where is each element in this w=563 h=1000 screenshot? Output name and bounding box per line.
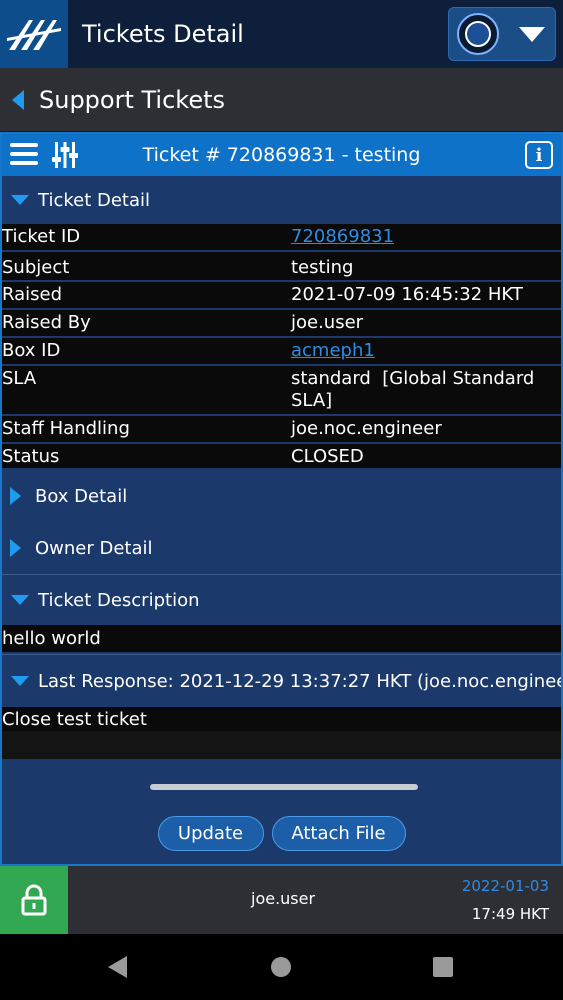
system-nav-bar: [0, 934, 563, 1000]
field-value: joe.user: [291, 309, 561, 337]
status-username: joe.user: [251, 889, 316, 908]
field-value: joe.noc.engineer: [291, 415, 561, 443]
expanded-triangle-icon: [11, 195, 29, 205]
ticket-toolbar: Ticket # 720869831 - testing i: [2, 134, 561, 176]
nav-home-icon[interactable]: [271, 957, 291, 977]
back-label[interactable]: Support Tickets: [39, 86, 225, 114]
field-label: Box ID: [2, 337, 291, 365]
table-row: Staff Handling joe.noc.engineer: [2, 415, 561, 443]
update-button[interactable]: Update: [157, 816, 264, 851]
attach-file-button[interactable]: Attach File: [271, 816, 406, 851]
response-blank-row: [2, 731, 561, 759]
lock-button[interactable]: [0, 866, 68, 934]
section-ticket-detail[interactable]: Ticket Detail: [2, 176, 561, 224]
field-label: Subject: [2, 251, 291, 281]
table-row: Raised 2021-07-09 16:45:32 HKT: [2, 281, 561, 309]
section-ticket-description[interactable]: Ticket Description: [2, 575, 561, 625]
field-value: standard [Global Standard SLA]: [291, 365, 561, 415]
section-label: Ticket Detail: [38, 189, 150, 211]
chevron-down-icon: [519, 26, 545, 42]
nav-recents-icon[interactable]: [433, 957, 453, 977]
sliders-filter-icon[interactable]: [52, 140, 78, 170]
table-row: Box ID acmeph1: [2, 337, 561, 365]
section-box-detail[interactable]: Box Detail: [2, 470, 561, 522]
collapsed-triangle-icon: [10, 539, 21, 557]
scroll-handle[interactable]: [150, 784, 418, 790]
status-value: CLOSED: [291, 443, 561, 469]
ticket-title: Ticket # 720869831 - testing: [142, 144, 421, 166]
status-bar: joe.user 2022-01-03 17:49 HKT: [0, 866, 563, 934]
expanded-triangle-icon: [11, 676, 29, 686]
last-response-box: Close test ticket: [2, 707, 561, 759]
ticket-id-link[interactable]: 720869831: [291, 226, 394, 247]
expanded-triangle-icon: [11, 595, 29, 605]
info-icon[interactable]: i: [525, 141, 553, 169]
field-label: Staff Handling: [2, 415, 291, 443]
hamburger-menu-icon[interactable]: [10, 143, 38, 167]
box-id-link[interactable]: acmeph1: [291, 340, 375, 361]
back-arrow-icon[interactable]: [12, 89, 24, 110]
field-label: Status: [2, 443, 291, 469]
section-label: Ticket Description: [38, 589, 200, 611]
lock-icon: [21, 884, 47, 916]
table-row: Status CLOSED: [2, 443, 561, 469]
table-row: Subject testing: [2, 251, 561, 281]
last-response-text: Close test ticket: [2, 707, 561, 731]
section-last-response[interactable]: Last Response: 2021-12-29 13:37:27 HKT (…: [2, 655, 561, 707]
brand-logo-icon[interactable]: [0, 0, 68, 68]
section-label: Owner Detail: [35, 537, 153, 559]
ticket-detail-table: Ticket ID 720869831 Subject testing Rais…: [2, 224, 561, 470]
action-buttons: Update Attach File: [2, 816, 561, 851]
field-value: 2021-07-09 16:45:32 HKT: [291, 281, 561, 309]
table-row: Raised By joe.user: [2, 309, 561, 337]
status-date: 2022-01-03: [461, 877, 549, 895]
ticket-description-text: hello world: [2, 625, 561, 652]
field-label: SLA: [2, 365, 291, 415]
account-avatar-icon: [457, 13, 499, 55]
nav-back-icon[interactable]: [108, 956, 127, 978]
account-menu-button[interactable]: [448, 7, 556, 61]
table-row: Ticket ID 720869831: [2, 224, 561, 251]
table-row: SLA standard [Global Standard SLA]: [2, 365, 561, 415]
section-label: Last Response: 2021-12-29 13:37:27 HKT (…: [38, 670, 561, 692]
collapsed-triangle-icon: [10, 487, 21, 505]
field-label: Raised: [2, 281, 291, 309]
field-value: testing: [291, 251, 561, 281]
section-owner-detail[interactable]: Owner Detail: [2, 522, 561, 574]
back-navigation[interactable]: Support Tickets: [0, 68, 563, 132]
app-bar: Tickets Detail: [0, 0, 563, 68]
ticket-panel: Ticket # 720869831 - testing i Ticket De…: [0, 132, 563, 866]
field-label: Raised By: [2, 309, 291, 337]
status-time: 17:49 HKT: [471, 905, 549, 923]
section-label: Box Detail: [35, 485, 128, 507]
field-label: Ticket ID: [2, 224, 291, 251]
